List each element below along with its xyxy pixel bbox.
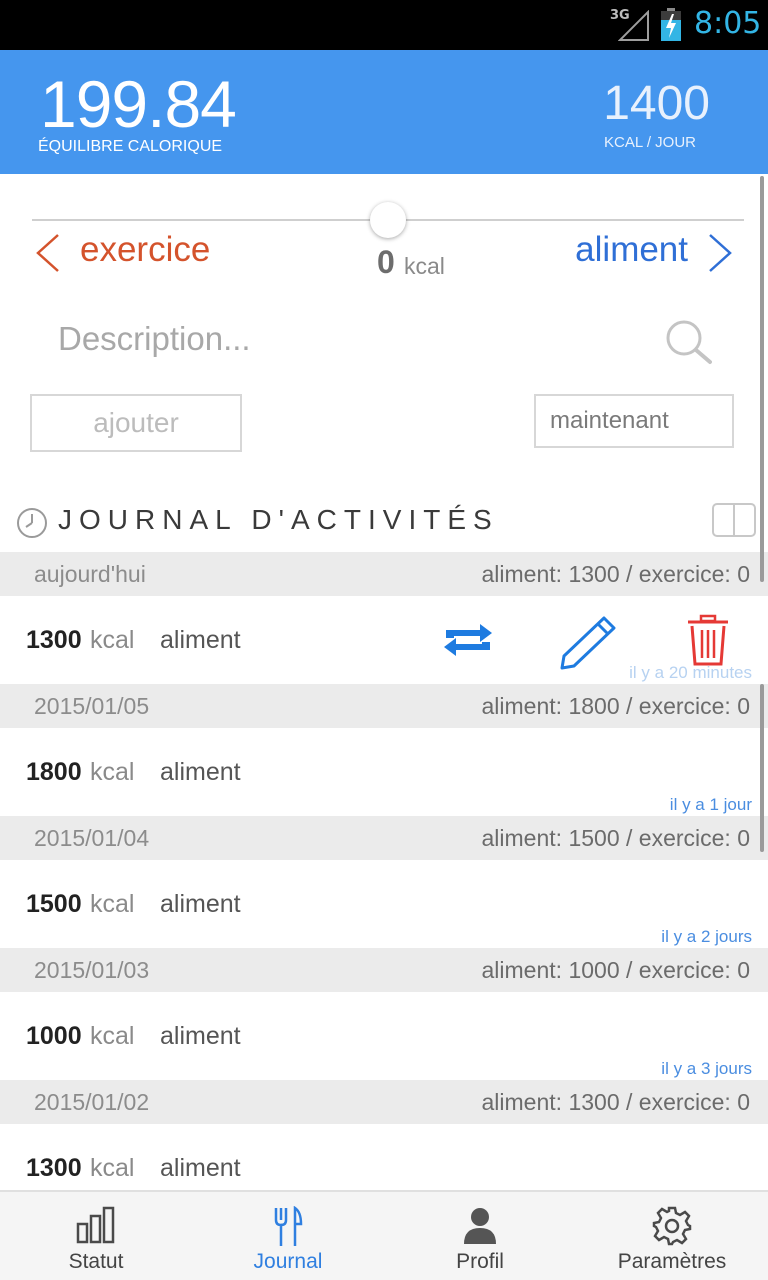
- journal-entry[interactable]: 1300 kcal aliment il y a 20 minutes: [0, 596, 768, 684]
- gear-icon: [652, 1206, 692, 1246]
- clock-time: 8:05: [694, 6, 762, 41]
- day-date: 2015/01/05: [34, 693, 150, 719]
- day-header: aujourd'hui aliment: 1300 / exercice: 0: [0, 552, 768, 596]
- clock-icon: [17, 508, 47, 538]
- entry-time-ago: il y a 1 jour: [669, 795, 752, 814]
- bottom-navigation: Statut Journal Profil Paramètres: [0, 1190, 768, 1280]
- bar-chart-icon: [76, 1206, 115, 1244]
- food-mode-button[interactable]: aliment: [575, 230, 688, 270]
- slider-kcal-unit: kcal: [404, 253, 445, 279]
- journal-entry[interactable]: 1500 kcal aliment il y a 2 jours: [0, 860, 768, 948]
- nav-profil[interactable]: Profil: [384, 1192, 576, 1280]
- calorie-slider-thumb[interactable]: [370, 202, 406, 238]
- time-field[interactable]: maintenant: [534, 394, 734, 448]
- description-input[interactable]: [58, 314, 618, 364]
- calorie-balance-value: 199.84: [40, 67, 237, 141]
- entry-type: aliment: [160, 1022, 241, 1050]
- entry-type: aliment: [160, 1154, 241, 1182]
- status-bar: 3G 8:05: [0, 0, 768, 50]
- exercise-mode-button[interactable]: exercice: [80, 230, 210, 270]
- entry-kcal: 1500: [26, 890, 82, 918]
- entry-type: aliment: [160, 890, 241, 918]
- calorie-header: 199.84 ÉQUILIBRE CALORIQUE 1400 KCAL / J…: [0, 50, 768, 174]
- day-summary: aliment: 1500 / exercice: 0: [481, 825, 750, 851]
- day-summary: aliment: 1300 / exercice: 0: [481, 1089, 750, 1115]
- entry-type: aliment: [160, 758, 241, 786]
- nav-label: Statut: [68, 1250, 124, 1273]
- day-summary: aliment: 1800 / exercice: 0: [481, 693, 750, 719]
- fork-knife-icon: [274, 1206, 303, 1246]
- entry-unit: kcal: [90, 1154, 135, 1182]
- day-header: 2015/01/02 aliment: 1300 / exercice: 0: [0, 1080, 768, 1124]
- entry-unit: kcal: [90, 626, 135, 654]
- nav-statut[interactable]: Statut: [0, 1192, 192, 1280]
- journal-entry[interactable]: 1300 kcal aliment: [0, 1124, 768, 1190]
- entry-type: aliment: [160, 626, 241, 654]
- battery-charging-icon: [661, 8, 681, 41]
- pencil-icon[interactable]: [560, 614, 620, 670]
- chevron-right-icon[interactable]: [706, 233, 736, 273]
- day-summary: aliment: 1300 / exercice: 0: [481, 561, 750, 587]
- entry-kcal: 1000: [26, 1022, 82, 1050]
- journal-title: JOURNAL D'ACTIVITÉS: [58, 504, 499, 535]
- nav-journal[interactable]: Journal: [192, 1192, 384, 1280]
- search-icon[interactable]: [664, 318, 712, 366]
- journal-entry[interactable]: 1000 kcal aliment il y a 3 jours: [0, 992, 768, 1080]
- entry-unit: kcal: [90, 890, 135, 918]
- nav-label: Paramètres: [617, 1250, 727, 1273]
- repeat-icon[interactable]: [440, 620, 496, 660]
- day-date: 2015/01/02: [34, 1089, 150, 1115]
- nav-parametres[interactable]: Paramètres: [576, 1192, 768, 1280]
- person-icon: [464, 1208, 496, 1244]
- day-date: 2015/01/03: [34, 957, 150, 983]
- calorie-balance-label: ÉQUILIBRE CALORIQUE: [38, 138, 223, 155]
- journal-entry[interactable]: 1800 kcal aliment il y a 1 jour: [0, 728, 768, 816]
- entry-time-ago: il y a 20 minutes: [629, 663, 752, 682]
- chevron-left-icon[interactable]: [32, 233, 62, 273]
- add-button[interactable]: ajouter: [30, 394, 242, 452]
- day-header: 2015/01/03 aliment: 1000 / exercice: 0: [0, 948, 768, 992]
- nav-label: Profil: [456, 1250, 504, 1273]
- slider-kcal-value: 0: [377, 244, 395, 280]
- day-date: aujourd'hui: [34, 561, 146, 587]
- entry-time-ago: il y a 2 jours: [661, 927, 752, 946]
- daily-goal-label: KCAL / JOUR: [604, 134, 696, 151]
- book-icon[interactable]: [712, 502, 756, 538]
- nav-label: Journal: [253, 1250, 323, 1273]
- day-date: 2015/01/04: [34, 825, 150, 851]
- entry-unit: kcal: [90, 1022, 135, 1050]
- trash-icon[interactable]: [686, 614, 730, 668]
- entry-kcal: 1300: [26, 626, 82, 654]
- day-summary: aliment: 1000 / exercice: 0: [481, 957, 750, 983]
- signal-icon: [618, 10, 649, 41]
- journal-scrollbar[interactable]: [760, 684, 764, 852]
- entry-kcal: 1300: [26, 1154, 82, 1182]
- form-scrollbar[interactable]: [760, 176, 764, 582]
- entry-kcal: 1800: [26, 758, 82, 786]
- day-header: 2015/01/04 aliment: 1500 / exercice: 0: [0, 816, 768, 860]
- entry-unit: kcal: [90, 758, 135, 786]
- day-header: 2015/01/05 aliment: 1800 / exercice: 0: [0, 684, 768, 728]
- entry-time-ago: il y a 3 jours: [661, 1059, 752, 1078]
- daily-goal-value[interactable]: 1400: [603, 76, 710, 131]
